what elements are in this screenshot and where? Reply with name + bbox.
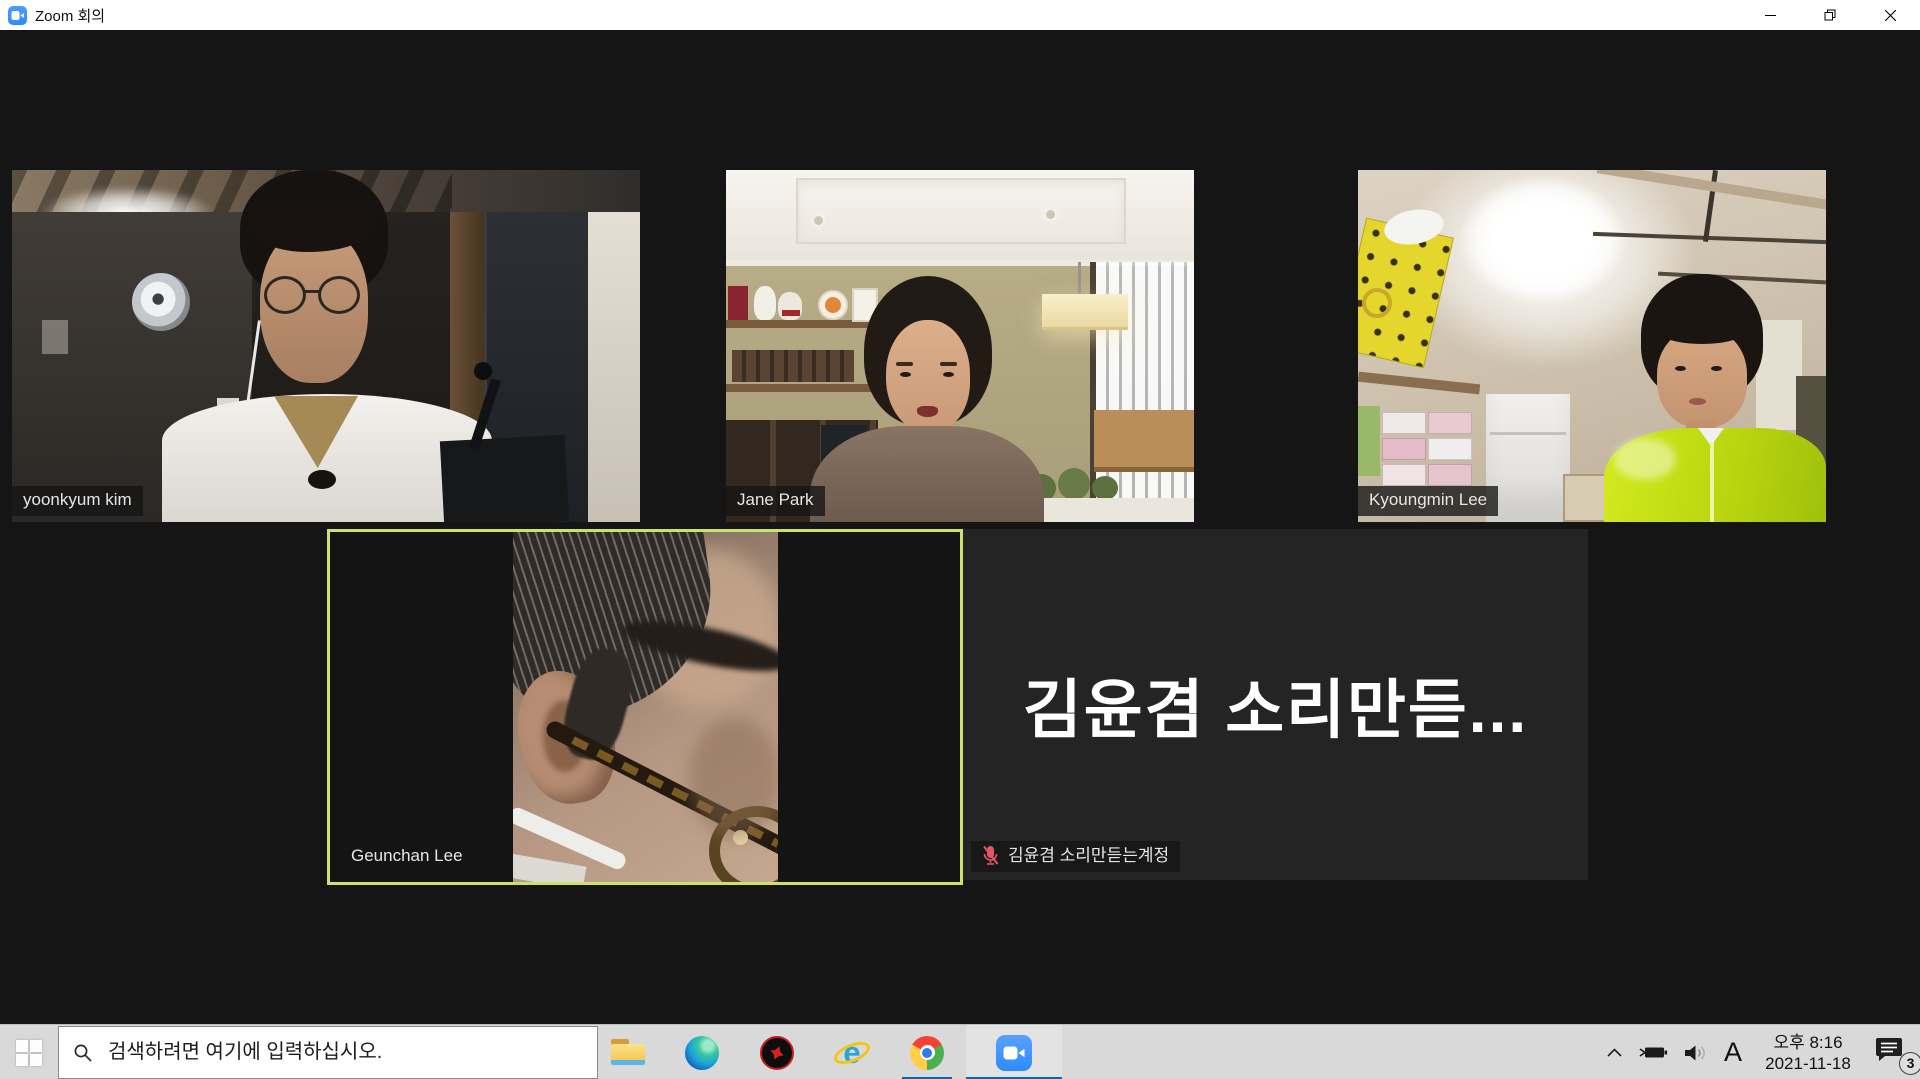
portrait-video-strip bbox=[513, 532, 778, 882]
plant bbox=[1092, 476, 1118, 500]
eye bbox=[1675, 366, 1686, 371]
window-controls bbox=[1740, 0, 1920, 30]
restore-button[interactable] bbox=[1800, 0, 1860, 30]
minimize-button[interactable] bbox=[1740, 0, 1800, 30]
chrome-icon bbox=[910, 1036, 944, 1070]
taskbar-edge[interactable] bbox=[665, 1025, 739, 1079]
window-title: Zoom 회의 bbox=[35, 5, 105, 26]
tray-chevron-up-icon[interactable] bbox=[1606, 1047, 1623, 1058]
participant-display-name: 김윤겸 소리만듣... bbox=[963, 529, 1588, 880]
notification-badge: 3 bbox=[1899, 1052, 1920, 1075]
taskbar-internet-explorer[interactable]: e bbox=[815, 1025, 889, 1079]
drawer-bin bbox=[1382, 412, 1426, 434]
clock-time: 오후 8:16 bbox=[1757, 1032, 1859, 1053]
drawer-bin bbox=[1382, 438, 1426, 460]
books-row bbox=[732, 350, 854, 382]
search-input[interactable] bbox=[106, 1040, 583, 1065]
video-tile-kyoungmin-lee[interactable]: Kyoungmin Lee bbox=[1358, 170, 1826, 522]
cabinet-seam bbox=[1490, 432, 1566, 435]
participant-name-label: Jane Park bbox=[726, 486, 825, 516]
video-tile-kim-yoongyeom[interactable]: 김윤겸 소리만듣... 김윤겸 소리만듣는계정 bbox=[963, 529, 1588, 880]
wall-fan bbox=[132, 273, 190, 331]
edge-icon bbox=[685, 1036, 719, 1070]
close-button[interactable] bbox=[1860, 0, 1920, 30]
hanging-lamp bbox=[1042, 294, 1128, 330]
eye bbox=[1711, 366, 1722, 371]
participant-name-label: Geunchan Lee bbox=[340, 842, 474, 872]
taskbar: e bbox=[0, 1024, 1920, 1079]
downlight bbox=[814, 216, 823, 225]
participant-name-label: 김윤겸 소리만듣는계정 bbox=[971, 841, 1180, 872]
drawer-bin bbox=[1428, 438, 1472, 460]
laptop bbox=[440, 435, 569, 522]
desk-mic bbox=[474, 362, 492, 380]
glasses-bridge bbox=[305, 290, 319, 293]
person-fringe bbox=[1653, 310, 1751, 344]
windows-logo-icon bbox=[16, 1040, 42, 1066]
green-bin bbox=[1358, 406, 1380, 476]
eyebrow bbox=[940, 362, 957, 366]
participant-name-label: Kyoungmin Lee bbox=[1358, 486, 1498, 516]
video-tile-jane-park[interactable]: Jane Park bbox=[726, 170, 1194, 522]
taskbar-file-explorer[interactable] bbox=[591, 1025, 665, 1079]
desktop-screen: Zoom 회의 bbox=[0, 0, 1920, 1079]
video-tile-geunchan-lee[interactable]: Geunchan Lee bbox=[327, 529, 963, 885]
clock-date: 2021-11-18 bbox=[1757, 1053, 1859, 1074]
ceiling-light bbox=[1458, 175, 1628, 305]
ceiling-panel bbox=[796, 178, 1126, 244]
eye-shadow bbox=[689, 718, 778, 838]
sweater bbox=[810, 426, 1044, 522]
zoom-app-icon bbox=[8, 6, 27, 25]
taskbar-chrome[interactable] bbox=[890, 1025, 964, 1079]
clock-face bbox=[825, 297, 841, 313]
video-tile-yoonkyum-kim[interactable]: yoonkyum kim bbox=[12, 170, 640, 522]
taskbar-security-app[interactable] bbox=[740, 1025, 814, 1079]
wall-poster bbox=[42, 320, 68, 354]
action-center-button[interactable]: 3 bbox=[1874, 1036, 1914, 1070]
red-books bbox=[728, 286, 748, 320]
eye bbox=[943, 372, 954, 377]
participant-name-text: 김윤겸 소리만듣는계정 bbox=[1008, 846, 1169, 866]
window-titlebar: Zoom 회의 bbox=[0, 0, 1920, 30]
drawer-bin bbox=[1428, 412, 1472, 434]
taskbar-clock[interactable]: 오후 8:16 2021-11-18 bbox=[1757, 1032, 1859, 1074]
jacket-zipper bbox=[1710, 442, 1714, 522]
participant-name-label: yoonkyum kim bbox=[12, 486, 143, 516]
mouth bbox=[917, 406, 938, 417]
eye bbox=[900, 372, 911, 377]
white-cabinet bbox=[1486, 394, 1570, 522]
meeting-area: yoonkyum kim bbox=[0, 30, 1920, 1024]
taskbar-zoom[interactable] bbox=[966, 1025, 1062, 1079]
drawer-bin bbox=[1428, 464, 1472, 486]
search-icon bbox=[73, 1043, 93, 1063]
drawer-bin bbox=[1382, 464, 1426, 486]
eyebrow bbox=[896, 362, 913, 366]
wood-shelf-edge bbox=[1358, 372, 1480, 395]
wood-table bbox=[1094, 410, 1194, 472]
lamp-cord bbox=[1078, 262, 1081, 298]
file-explorer-icon bbox=[610, 1039, 646, 1067]
internet-explorer-icon: e bbox=[833, 1035, 871, 1071]
system-tray: A 오후 8:16 2021-11-18 3 bbox=[1606, 1025, 1914, 1079]
plush-scarf bbox=[782, 310, 800, 316]
zoom-icon bbox=[996, 1035, 1032, 1071]
plant bbox=[1058, 468, 1090, 500]
glasses-left-lens bbox=[264, 276, 306, 314]
shelf-board bbox=[726, 384, 878, 392]
right-wall bbox=[588, 212, 640, 522]
muted-mic-icon bbox=[982, 845, 999, 866]
volume-icon[interactable] bbox=[1684, 1044, 1709, 1062]
vest-logo bbox=[308, 470, 336, 489]
glasses-right-lens bbox=[318, 276, 360, 314]
start-button[interactable] bbox=[0, 1025, 58, 1079]
titlebar-left: Zoom 회의 bbox=[0, 5, 105, 26]
bunny-plush bbox=[754, 286, 776, 320]
mouth bbox=[1689, 398, 1706, 405]
security-app-icon bbox=[760, 1036, 794, 1070]
battery-charging-icon[interactable] bbox=[1638, 1044, 1669, 1061]
ime-language-indicator[interactable]: A bbox=[1724, 1039, 1742, 1066]
downlight bbox=[1046, 210, 1055, 219]
jacket-highlight bbox=[1614, 438, 1676, 480]
taskbar-search[interactable] bbox=[58, 1026, 598, 1079]
